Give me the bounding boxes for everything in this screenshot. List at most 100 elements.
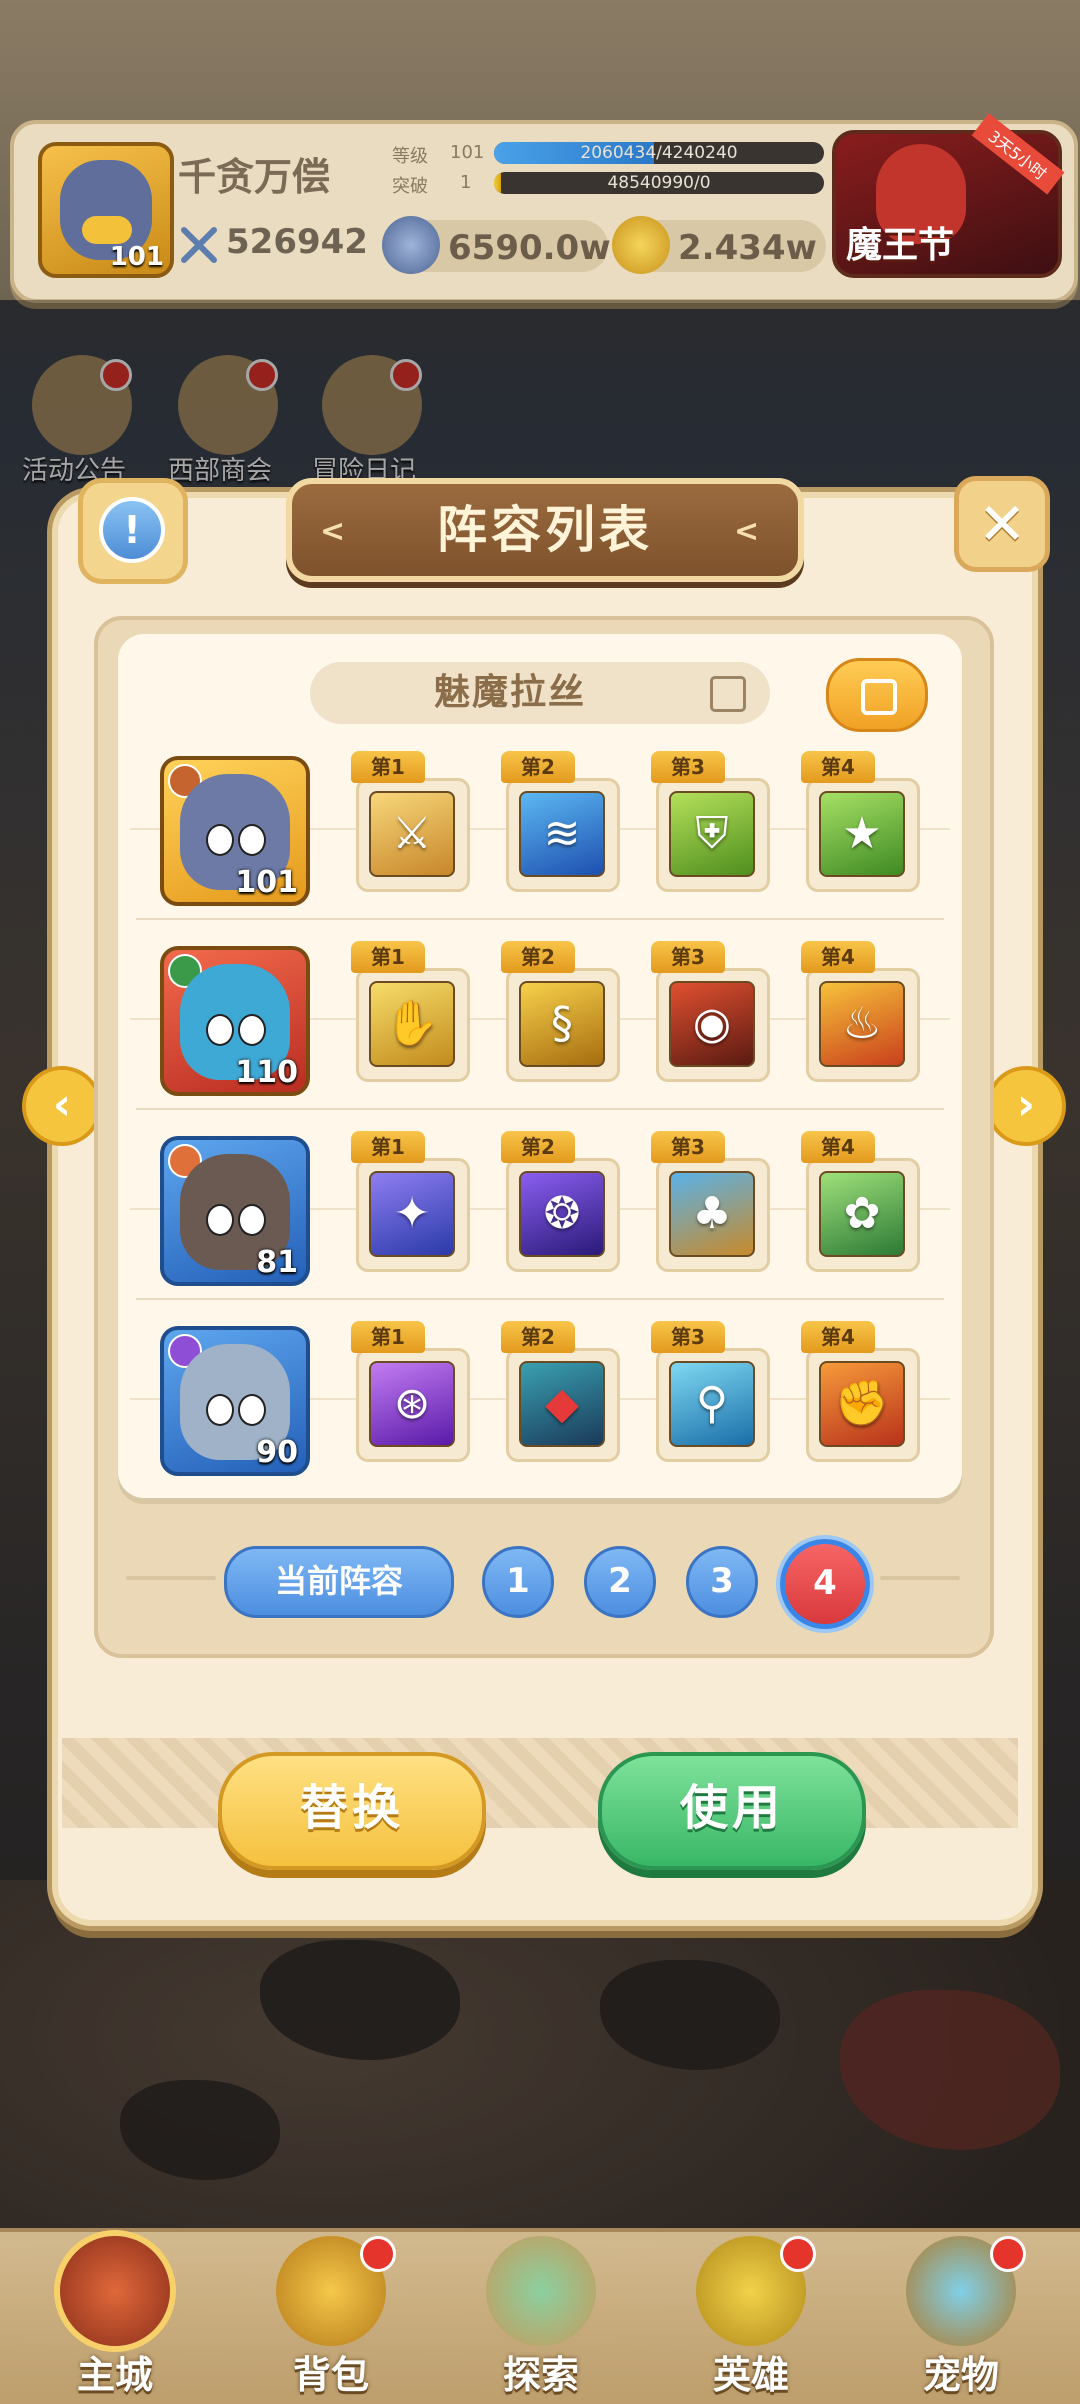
use-button[interactable]: 使用 xyxy=(598,1752,866,1870)
skill-slot-tag: 第1 xyxy=(351,941,425,973)
skill-slot-4[interactable]: 第4 ♨ xyxy=(801,941,920,1082)
nav-backpack[interactable]: 背包 xyxy=(236,2226,426,2400)
map-scroll-icon xyxy=(486,2236,596,2346)
title-right-ornament-icon: < xyxy=(734,514,760,549)
skill-slot-3[interactable]: 第3 ♣ xyxy=(651,1131,770,1272)
share-icon xyxy=(861,679,897,715)
skill-slot-tag: 第3 xyxy=(651,1321,725,1353)
crossed-swords-icon xyxy=(181,227,217,263)
selector-ornament xyxy=(880,1576,960,1580)
skill-slot-4[interactable]: 第4 ★ xyxy=(801,751,920,892)
skill-slot-tag: 第1 xyxy=(351,1131,425,1163)
gold-currency[interactable]: 2.434w xyxy=(612,216,826,274)
skill-slot-4[interactable]: 第4 ✿ xyxy=(801,1131,920,1272)
beast-claw-icon: ✋ xyxy=(369,981,455,1067)
level-label: 等级 xyxy=(392,146,428,167)
notification-dot xyxy=(780,2236,816,2272)
target-rune-icon: ⊛ xyxy=(369,1361,455,1447)
lineup-tab-1[interactable]: 1 xyxy=(482,1546,554,1618)
skill-slot-1[interactable]: 第1 ✋ xyxy=(351,941,470,1082)
next-page-button[interactable]: › xyxy=(986,1066,1066,1146)
skill-slot-tag: 第4 xyxy=(801,751,875,783)
row-divider xyxy=(136,1108,944,1110)
rune-circle-icon: ❂ xyxy=(519,1171,605,1257)
skill-slot-1[interactable]: 第1 ✦ xyxy=(351,1131,470,1272)
skill-slot-tag: 第3 xyxy=(651,751,725,783)
hero-portrait[interactable]: 110 xyxy=(160,946,310,1096)
notification-dot xyxy=(990,2236,1026,2272)
silver-currency[interactable]: 6590.0w xyxy=(382,216,611,274)
info-button[interactable]: ! xyxy=(78,478,188,584)
hero-eye xyxy=(238,1204,266,1236)
hero-level: 110 xyxy=(235,1055,298,1090)
nav-label: 背包 xyxy=(292,2353,369,2397)
notification-dot xyxy=(360,2236,396,2272)
gold-coin-plus-icon xyxy=(612,216,670,274)
shield-icon: ⛨ xyxy=(669,791,755,877)
silver-amount: 6590.0w xyxy=(448,228,611,268)
level-progress-text: 2060434/4240240 xyxy=(580,143,738,163)
fist-icon: ✊ xyxy=(819,1361,905,1447)
selector-ornament xyxy=(126,1576,216,1580)
nav-explore[interactable]: 探索 xyxy=(446,2226,636,2400)
hero-portrait[interactable]: 90 xyxy=(160,1326,310,1476)
combat-power: 526942 xyxy=(226,222,368,262)
star-shield-icon: ★ xyxy=(819,791,905,877)
edit-icon[interactable] xyxy=(710,676,746,712)
skill-slot-3[interactable]: 第3 ⚲ xyxy=(651,1321,770,1462)
skill-slot-1[interactable]: 第1 ⚔ xyxy=(351,751,470,892)
arrow-right-icon: › xyxy=(1016,1079,1036,1130)
light-bolt-icon: ✦ xyxy=(369,1171,455,1257)
level-value: 101 xyxy=(450,142,485,163)
dialog-title: 阵容列表 xyxy=(437,501,653,559)
skill-slot-tag: 第4 xyxy=(801,1131,875,1163)
demon-king-festival-button[interactable]: 3天5小时 魔王节 xyxy=(832,113,1065,278)
nav-label: 宠物 xyxy=(922,2353,999,2397)
previous-page-button[interactable]: ‹ xyxy=(22,1066,102,1146)
skill-slot-3[interactable]: 第3 ◉ xyxy=(651,941,770,1082)
share-button[interactable] xyxy=(826,658,928,732)
hero-eye xyxy=(238,824,266,856)
lineup-tab-3[interactable]: 3 xyxy=(686,1546,758,1618)
demon-mask-icon: ◆ xyxy=(519,1361,605,1447)
skill-slot-2[interactable]: 第2 ❂ xyxy=(501,1131,620,1272)
skill-slot-tag: 第2 xyxy=(501,1321,575,1353)
close-icon: ✕ xyxy=(977,490,1027,558)
current-lineup-button[interactable]: 当前阵容 xyxy=(224,1546,454,1618)
skill-slot-3[interactable]: 第3 ⛨ xyxy=(651,751,770,892)
nav-heroes[interactable]: 英雄 xyxy=(656,2226,846,2400)
hero-level: 90 xyxy=(256,1435,298,1470)
tree-spirit-icon: ♣ xyxy=(669,1171,755,1257)
castle-icon xyxy=(60,2236,170,2346)
skill-slot-4[interactable]: 第4 ✊ xyxy=(801,1321,920,1462)
skill-slot-2[interactable]: 第2 § xyxy=(501,941,620,1082)
skill-slot-tag: 第4 xyxy=(801,1321,875,1353)
hero-eye xyxy=(206,1014,234,1046)
skill-slot-tag: 第1 xyxy=(351,1321,425,1353)
lineup-name-field[interactable]: 魅魔拉丝 xyxy=(310,662,770,724)
breakthrough-progress-bar: 48540990/0 xyxy=(494,172,824,194)
lineup-tab-2[interactable]: 2 xyxy=(584,1546,656,1618)
lineup-name: 魅魔拉丝 xyxy=(433,672,586,713)
close-button[interactable]: ✕ xyxy=(954,476,1050,572)
event-label: 魔王节 xyxy=(846,225,955,266)
player-avatar[interactable]: 101 xyxy=(38,142,174,278)
nav-label: 探索 xyxy=(502,2353,579,2397)
skill-slot-2[interactable]: 第2 ≋ xyxy=(501,751,620,892)
avatar-beak xyxy=(82,216,132,244)
lineup-tab-4[interactable]: 4 xyxy=(780,1539,870,1629)
replace-button[interactable]: 替换 xyxy=(218,1752,486,1870)
skill-slot-1[interactable]: 第1 ⊛ xyxy=(351,1321,470,1462)
nav-pets[interactable]: 宠物 xyxy=(866,2226,1056,2400)
skill-slot-2[interactable]: 第2 ◆ xyxy=(501,1321,620,1462)
hero-portrait[interactable]: 101 xyxy=(160,756,310,906)
wind-staff-icon: ⚲ xyxy=(669,1361,755,1447)
arrow-left-icon: ‹ xyxy=(52,1079,72,1130)
gold-amount: 2.434w xyxy=(678,228,817,268)
level-progress-bar: 2060434/4240240 xyxy=(494,142,824,164)
hero-portrait[interactable]: 81 xyxy=(160,1136,310,1286)
player-name: 千贪万偿 xyxy=(178,155,331,199)
hero-eye xyxy=(238,1014,266,1046)
serpent-icon: § xyxy=(519,981,605,1067)
nav-main-city[interactable]: 主城 xyxy=(20,2226,210,2400)
